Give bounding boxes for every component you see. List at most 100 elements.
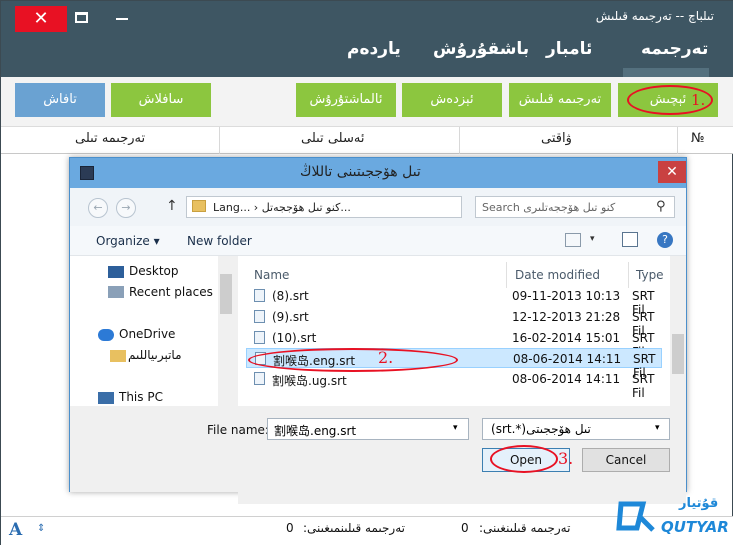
annotation-circle-3	[490, 445, 558, 473]
column-source: ئەسلى تىلى	[301, 131, 365, 146]
folder-icon	[110, 350, 126, 362]
column-divider	[459, 127, 460, 154]
menu-repository[interactable]: ئامبار	[546, 39, 592, 59]
menu-manage[interactable]: باشقۇرۇش	[433, 39, 529, 59]
nav-desktop[interactable]: Desktop	[129, 264, 179, 278]
forward-icon[interactable]: →	[116, 198, 136, 218]
title-ribbon: ✕ تىلباچ -- تەرجىمە قىلىش تەرجىمە ئامبار…	[1, 1, 733, 77]
column-type[interactable]: Type	[636, 268, 664, 282]
nav-this-pc[interactable]: This PC	[119, 390, 163, 404]
search-icon[interactable]: ⚲	[656, 199, 666, 214]
file-date: 09-11-2013 10:13	[512, 289, 621, 303]
dialog-navbar: ← → ↑ Lang... › كنو تىل ھۆججەتل... ▾ ↻ S…	[70, 188, 686, 226]
column-name[interactable]: Name	[254, 268, 289, 282]
organize-button[interactable]: Organize ▾	[96, 234, 160, 248]
file-date: 16-02-2014 15:01	[512, 331, 621, 345]
file-open-dialog: تىل ھۆججىتىنى تاللاڭ ✕ ← → ↑ Lang... › ك…	[69, 157, 687, 504]
nav-onedrive[interactable]: OneDrive	[119, 327, 175, 341]
search-placeholder: Search كنو تىل ھۆججەتلىرى	[482, 201, 616, 214]
file-date: 08-06-2014 14:11	[512, 372, 621, 386]
column-number: №	[691, 131, 705, 146]
table-header: № ۋاقتى ئەسلى تىلى تەرجىمە تىلى	[1, 127, 733, 154]
dialog-title: تىل ھۆججىتىنى تاللاڭ	[300, 164, 421, 180]
file-list: Name Date modified Type (8).srt 09-11-20…	[238, 256, 686, 504]
navigation-pane: Desktop Recent places OneDrive ماتېرىيال…	[70, 256, 234, 406]
computer-icon	[98, 392, 114, 404]
nav-recent-places[interactable]: Recent places	[129, 285, 213, 299]
column-target: تەرجىمە تىلى	[75, 131, 146, 146]
column-date-modified[interactable]: Date modified	[515, 268, 600, 282]
file-row[interactable]: 割喉岛.ug.srt 08-06-2014 14:11 SRT Fil	[246, 369, 662, 400]
logo-mark	[616, 501, 655, 532]
menu-help[interactable]: ياردەم	[347, 39, 401, 59]
file-type-value: تىل ھۆججىتى(*.srt)	[491, 422, 591, 436]
scroll-thumb[interactable]	[220, 274, 232, 314]
menu-translate[interactable]: تەرجىمە	[641, 39, 708, 59]
chevron-down-icon[interactable]: ▾	[655, 423, 660, 433]
translated-count: 0	[461, 521, 469, 535]
nav-my-materials[interactable]: ماتېرىياللىم	[128, 348, 182, 362]
file-name: (10).srt	[272, 331, 317, 345]
file-row[interactable]: (8).srt 09-11-2013 10:13 SRT Fil	[246, 286, 662, 317]
window-maximize-button[interactable]	[75, 12, 88, 23]
back-icon[interactable]: ←	[88, 198, 108, 218]
app-window: ✕ تىلباچ -- تەرجىمە قىلىش تەرجىمە ئامبار…	[0, 0, 733, 546]
untranslated-label: تەرجىمە قىلىنمىغىنى:	[303, 521, 405, 535]
address-bar[interactable]: Lang... › كنو تىل ھۆججەتل... ▾ ↻	[186, 196, 569, 218]
compare-button[interactable]: سافلاش	[111, 83, 211, 117]
annotation-circle-2	[248, 348, 458, 372]
dialog-footer: File name: 割喉岛.eng.srt ▾ تىل ھۆججىتى(*.s…	[70, 406, 686, 492]
file-date: 12-12-2013 21:28	[512, 310, 621, 324]
help-icon[interactable]: ?	[657, 232, 673, 248]
column-time: ۋاقتى	[541, 131, 572, 146]
command-bar: Organize ▾ New folder ▾ ?	[70, 226, 686, 256]
chevron-down-icon[interactable]: ▾	[590, 234, 595, 244]
file-name-input[interactable]: 割喉岛.eng.srt ▾	[267, 418, 469, 440]
new-folder-button[interactable]: New folder	[187, 234, 252, 248]
column-divider	[506, 262, 507, 288]
annotation-step-1: 1.	[691, 91, 706, 109]
file-row[interactable]: (9).srt 12-12-2013 21:28 SRT Fil	[246, 307, 662, 338]
translate-button[interactable]: تەرجىمە قىلىش	[509, 83, 611, 117]
file-icon	[254, 289, 265, 302]
search-button[interactable]: ئېزدەش	[402, 83, 502, 117]
file-icon	[254, 372, 265, 385]
nav-scrollbar[interactable]	[218, 256, 234, 406]
file-icon	[254, 310, 265, 323]
file-name: (8).srt	[272, 289, 309, 303]
folder-icon	[192, 200, 206, 212]
file-name: 割喉岛.ug.srt	[272, 374, 347, 388]
translated-label: تەرجىمە قىلىنغىنى:	[479, 521, 571, 535]
file-date: 08-06-2014 14:11	[513, 352, 622, 366]
window-minimize-button[interactable]	[116, 18, 128, 20]
cancel-button[interactable]: Cancel	[582, 448, 670, 472]
untranslated-count: 0	[286, 521, 294, 535]
font-icon[interactable]: A	[9, 520, 22, 540]
window-close-button[interactable]: ✕	[15, 6, 67, 32]
view-options-icon[interactable]	[565, 233, 581, 247]
dialog-titlebar: تىل ھۆججىتىنى تاللاڭ ✕	[70, 158, 686, 188]
logo-text: QUTYAR	[661, 518, 729, 536]
file-scrollbar[interactable]	[670, 256, 686, 406]
replace-button[interactable]: ئالماشتۇرۇش	[296, 83, 396, 117]
file-type: SRT Fil	[632, 372, 655, 400]
preview-pane-icon[interactable]	[622, 232, 638, 247]
logo-text-ug: قۇتيار	[679, 496, 719, 511]
annotation-step-3: 3.	[558, 449, 574, 468]
address-path: Lang... › كنو تىل ھۆججەتل...	[213, 201, 351, 214]
stepper-icon[interactable]: ⇕	[37, 523, 45, 534]
scroll-thumb[interactable]	[672, 334, 684, 374]
column-divider	[219, 127, 220, 154]
dialog-close-button[interactable]: ✕	[658, 161, 686, 183]
search-input[interactable]: Search كنو تىل ھۆججەتلىرى ⚲	[475, 196, 675, 218]
file-name-value: 割喉岛.eng.srt	[274, 424, 357, 438]
recent-places-icon	[108, 286, 124, 298]
up-folder-icon[interactable]: ↑	[166, 198, 178, 214]
file-icon	[254, 331, 265, 344]
desktop-icon	[108, 266, 124, 278]
app-title: تىلباچ -- تەرجىمە قىلىش	[595, 9, 714, 23]
clear-button[interactable]: تافاش	[15, 83, 105, 117]
file-row[interactable]: (10).srt 16-02-2014 15:01 SRT Fil	[246, 328, 662, 359]
chevron-down-icon[interactable]: ▾	[453, 423, 458, 433]
file-type-select[interactable]: تىل ھۆججىتى(*.srt) ▾	[482, 418, 670, 440]
